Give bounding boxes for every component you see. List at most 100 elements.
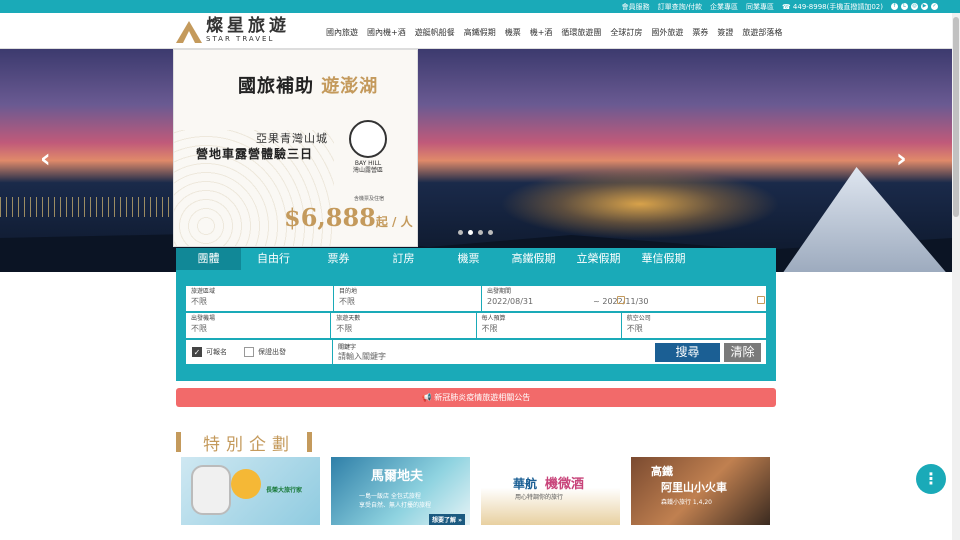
line-icon[interactable]: L bbox=[901, 3, 908, 10]
more-options-button[interactable]: ⋮ bbox=[916, 464, 946, 494]
carousel-dot[interactable] bbox=[488, 230, 493, 235]
days-value: 不限 bbox=[336, 324, 353, 333]
promo-banner[interactable]: 國旅補助 遊澎湖 亞果青灣山城 營地車露營體驗三日 BAY HILL 灣山露營區 … bbox=[173, 49, 418, 247]
date-to[interactable]: 2022/11/30 bbox=[602, 297, 648, 306]
region-select[interactable]: 旅遊區域 不限 bbox=[186, 286, 334, 311]
phone-number[interactable]: ☎ 449-8998(手機直撥請加02) bbox=[782, 2, 883, 12]
nav-item[interactable]: 機+酒 bbox=[530, 27, 553, 38]
social-links: f L ◎ ▶ ✓ bbox=[891, 3, 938, 10]
price-value: $6,888 bbox=[284, 203, 376, 232]
bay-hill-logo-icon bbox=[349, 120, 387, 158]
promo-card[interactable]: 馬爾地夫 一島一飯店 全包式旅程 享受自然、無人打擾的旅程 想要了解 » bbox=[331, 457, 470, 525]
calendar-icon[interactable] bbox=[617, 296, 625, 304]
logo-en: STAR TRAVEL bbox=[206, 35, 275, 43]
logo-zh: 燦星旅遊 bbox=[206, 16, 290, 36]
search-button[interactable]: 搜尋 bbox=[655, 343, 720, 362]
days-select[interactable]: 旅遊天數 不限 bbox=[331, 313, 477, 338]
member-link[interactable]: 會員服務 bbox=[622, 2, 650, 12]
covid-notice-bar[interactable]: 📢 新冠肺炎疫情旅遊相關公告 bbox=[176, 388, 776, 407]
airline-select[interactable]: 航空公司 不限 bbox=[622, 313, 766, 338]
nav-item[interactable]: 票券 bbox=[692, 27, 708, 38]
airport-select[interactable]: 出發機場 不限 bbox=[186, 313, 332, 338]
check-icon: ✓ bbox=[192, 347, 202, 357]
date-range[interactable]: 出發期間 2022/08/31 ~ 2022/11/30 bbox=[482, 286, 766, 311]
hero-carousel[interactable]: ‹ › bbox=[0, 49, 952, 272]
tab-uni-air[interactable]: 立榮假期 bbox=[566, 248, 631, 270]
carousel-prev-icon[interactable]: ‹ bbox=[40, 146, 51, 172]
enterprise-link[interactable]: 企業專區 bbox=[710, 2, 738, 12]
nav-item[interactable]: 機票 bbox=[505, 27, 521, 38]
order-link[interactable]: 訂單查詢/付款 bbox=[658, 2, 702, 12]
nav-item[interactable]: 高鐵假期 bbox=[464, 27, 496, 38]
nav-item[interactable]: 國內旅遊 bbox=[326, 27, 358, 38]
hero-tent bbox=[780, 167, 950, 272]
destination-select[interactable]: 目的地 不限 bbox=[334, 286, 482, 311]
promo-title-a: 國旅補助 bbox=[238, 76, 314, 97]
tab-group[interactable]: 團體 bbox=[176, 248, 241, 270]
blog-icon[interactable]: ✓ bbox=[931, 3, 938, 10]
nav-item[interactable]: 全球訂房 bbox=[610, 27, 642, 38]
promo-headline: 營地車露營體驗三日 bbox=[196, 147, 314, 161]
card-subtitle: 用心特調你的旅行 bbox=[515, 494, 564, 501]
destination-value: 不限 bbox=[339, 297, 355, 306]
tab-hsr[interactable]: 高鐵假期 bbox=[501, 248, 566, 270]
special-cards: 長榮大旅行家 馬爾地夫 一島一飯店 全包式旅程 享受自然、無人打擾的旅程 想要了… bbox=[181, 457, 770, 525]
carousel-dots bbox=[458, 230, 493, 235]
tab-hotel[interactable]: 訂房 bbox=[371, 248, 436, 270]
carousel-dot-active[interactable] bbox=[468, 230, 473, 235]
section-header: 特別企劃 bbox=[176, 432, 312, 455]
promo-note: 含機票及住宿 bbox=[354, 196, 385, 202]
carousel-dot[interactable] bbox=[478, 230, 483, 235]
card-cta[interactable]: 想要了解 » bbox=[429, 514, 465, 525]
budget-label: 每人預算 bbox=[481, 315, 506, 322]
site-logo[interactable]: 燦星旅遊 STAR TRAVEL bbox=[176, 17, 290, 44]
page-scrollbar[interactable] bbox=[952, 13, 960, 540]
tab-flight[interactable]: 機票 bbox=[436, 248, 501, 270]
search-row-2: 出發機場 不限 旅遊天數 不限 每人預算 不限 航空公司 不限 bbox=[186, 313, 766, 338]
search-row-3: ✓ 可報名 保證出發 關鍵字 請輸入關鍵字 搜尋 清除 bbox=[186, 340, 766, 364]
region-value: 不限 bbox=[191, 297, 207, 306]
hero-city-lights bbox=[0, 197, 180, 217]
instagram-icon[interactable]: ◎ bbox=[911, 3, 918, 10]
keyword-placeholder: 請輸入關鍵字 bbox=[338, 352, 386, 361]
nav-item[interactable]: 國內機+酒 bbox=[367, 27, 406, 38]
keyword-label: 關鍵字 bbox=[338, 344, 357, 351]
available-checkbox[interactable]: ✓ 可報名 bbox=[192, 347, 238, 357]
card-title: 華航 bbox=[513, 477, 538, 491]
facebook-icon[interactable]: f bbox=[891, 3, 898, 10]
keyword-field[interactable]: 關鍵字 請輸入關鍵字 bbox=[332, 340, 391, 364]
airport-label: 出發機場 bbox=[191, 315, 216, 322]
airport-value: 不限 bbox=[191, 324, 207, 333]
nav-item[interactable]: 遊艇帆船餐 bbox=[415, 27, 455, 38]
nav-item[interactable]: 循環旅遊團 bbox=[561, 27, 601, 38]
promo-card[interactable]: 高鐵 阿里山小火車 森鐵小旅行 1,4,20 bbox=[631, 457, 770, 525]
youtube-icon[interactable]: ▶ bbox=[921, 3, 928, 10]
calendar-icon[interactable] bbox=[757, 296, 765, 304]
card-title: 高鐵 bbox=[651, 465, 673, 478]
promo-card[interactable]: 長榮大旅行家 bbox=[181, 457, 320, 525]
guaranteed-checkbox[interactable]: 保證出發 bbox=[244, 347, 304, 357]
tab-fit[interactable]: 自由行 bbox=[241, 248, 306, 270]
date-from[interactable]: 2022/08/31 bbox=[487, 297, 533, 306]
tab-tickets[interactable]: 票券 bbox=[306, 248, 371, 270]
nav-item[interactable]: 旅遊部落格 bbox=[742, 27, 782, 38]
promo-card[interactable]: 華航 機微酒 用心特調你的旅行 bbox=[481, 457, 620, 525]
airline-value: 不限 bbox=[626, 324, 643, 333]
budget-select[interactable]: 每人預算 不限 bbox=[477, 313, 622, 338]
promo-title-b: 遊澎湖 bbox=[321, 76, 379, 97]
tab-mandarin[interactable]: 華信假期 bbox=[631, 248, 696, 270]
nav-item[interactable]: 簽證 bbox=[717, 27, 733, 38]
section-bar-right bbox=[307, 432, 312, 452]
scrollbar-thumb[interactable] bbox=[953, 17, 959, 217]
clear-button[interactable]: 清除 bbox=[724, 343, 761, 362]
nav-item[interactable]: 國外旅遊 bbox=[651, 27, 683, 38]
carousel-dot[interactable] bbox=[458, 230, 463, 235]
badge-en: BAY HILL bbox=[354, 160, 382, 167]
carousel-next-icon[interactable]: › bbox=[896, 146, 907, 172]
search-tabs: 團體 自由行 票券 訂房 機票 高鐵假期 立榮假期 華信假期 bbox=[176, 248, 776, 270]
agency-link[interactable]: 同業專區 bbox=[746, 2, 774, 12]
card-title-2: 阿里山小火車 bbox=[661, 481, 727, 494]
price-unit: 起 / 人 bbox=[375, 215, 413, 229]
card-title: 長榮大旅行家 bbox=[266, 487, 303, 494]
site-header: 燦星旅遊 STAR TRAVEL 國內旅遊 國內機+酒 遊艇帆船餐 高鐵假期 機… bbox=[0, 13, 960, 49]
